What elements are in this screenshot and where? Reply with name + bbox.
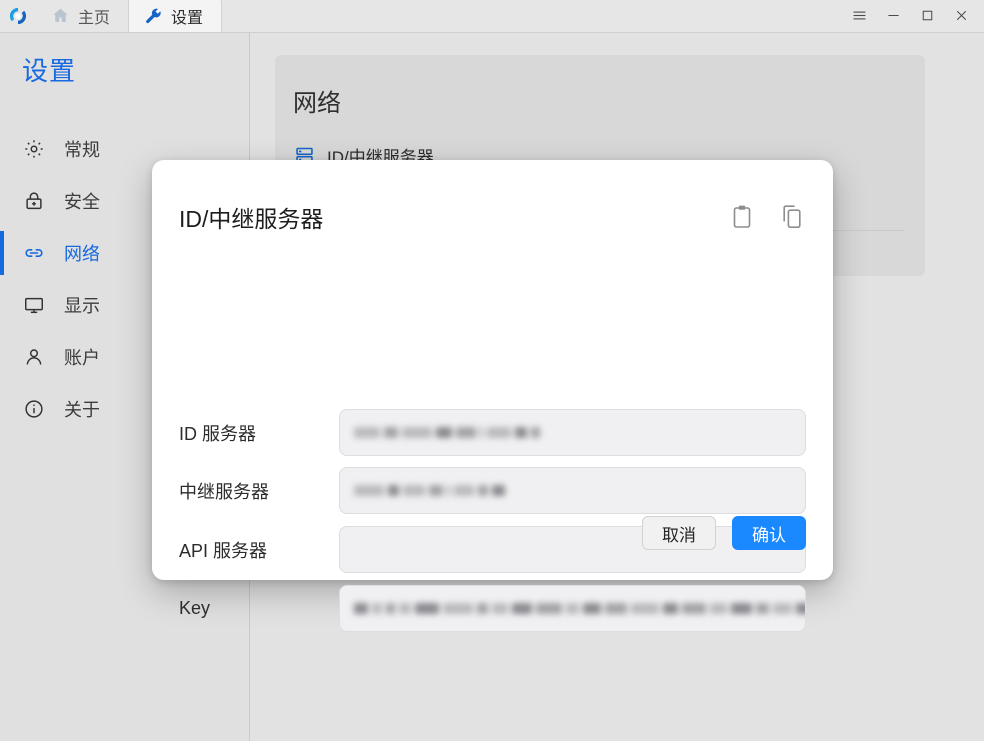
wrench-icon [143,6,163,26]
copy-button[interactable] [777,200,807,234]
paste-button[interactable] [727,200,757,234]
dialog-button-bar: 取消 确认 [642,516,806,550]
confirm-button[interactable]: 确认 [732,516,806,550]
tab-home[interactable]: 主页 [36,0,128,32]
gear-icon [22,137,46,161]
link-icon [22,241,46,265]
field-label: Key [179,598,211,618]
field-label: API 服务器 [179,540,268,561]
form-row-key: Key [179,585,806,632]
sidebar-item-label: 安全 [64,192,100,212]
redacted-value [354,485,505,496]
id-relay-server-dialog: ID/中继服务器 ID 服务器 中继服务器 API 服务器 Key 取消 确认 [152,160,833,632]
field-label: 中继服务器 [179,481,269,502]
app-logo-spiral-icon [0,0,36,32]
cancel-button[interactable]: 取消 [642,516,716,550]
sidebar-item-label: 网络 [64,244,100,264]
dialog-header-actions [727,200,807,234]
redacted-value [354,427,540,438]
sidebar-item-label: 账户 [64,348,100,368]
sidebar-item-label: 关于 [64,400,100,420]
sidebar-item-label: 常规 [64,140,100,160]
form-row-relay-server: 中继服务器 [179,467,806,514]
window-controls [842,0,984,32]
key-input[interactable] [339,585,806,632]
close-button[interactable] [944,1,978,31]
lock-icon [22,189,46,213]
form-row-id-server: ID 服务器 [179,409,806,456]
tab-strip: 主页 设置 [36,0,223,32]
id-server-input[interactable] [339,409,806,456]
monitor-icon [22,293,46,317]
minimize-button[interactable] [876,1,910,31]
dialog-title: ID/中继服务器 [179,206,324,232]
tab-home-label: 主页 [78,9,111,27]
tab-settings-label: 设置 [171,10,204,27]
page-title: 设置 [22,56,77,86]
menu-button[interactable] [842,1,876,31]
sidebar-item-label: 显示 [64,296,100,316]
home-icon [50,6,70,26]
maximize-button[interactable] [910,1,944,31]
section-heading-network: 网络 [293,90,341,117]
title-bar: 主页 设置 [0,0,984,33]
field-label: ID 服务器 [179,423,257,444]
info-icon [22,397,46,421]
user-icon [22,345,46,369]
redacted-value [354,603,805,614]
relay-server-input[interactable] [339,467,806,514]
tab-settings[interactable]: 设置 [128,0,223,32]
